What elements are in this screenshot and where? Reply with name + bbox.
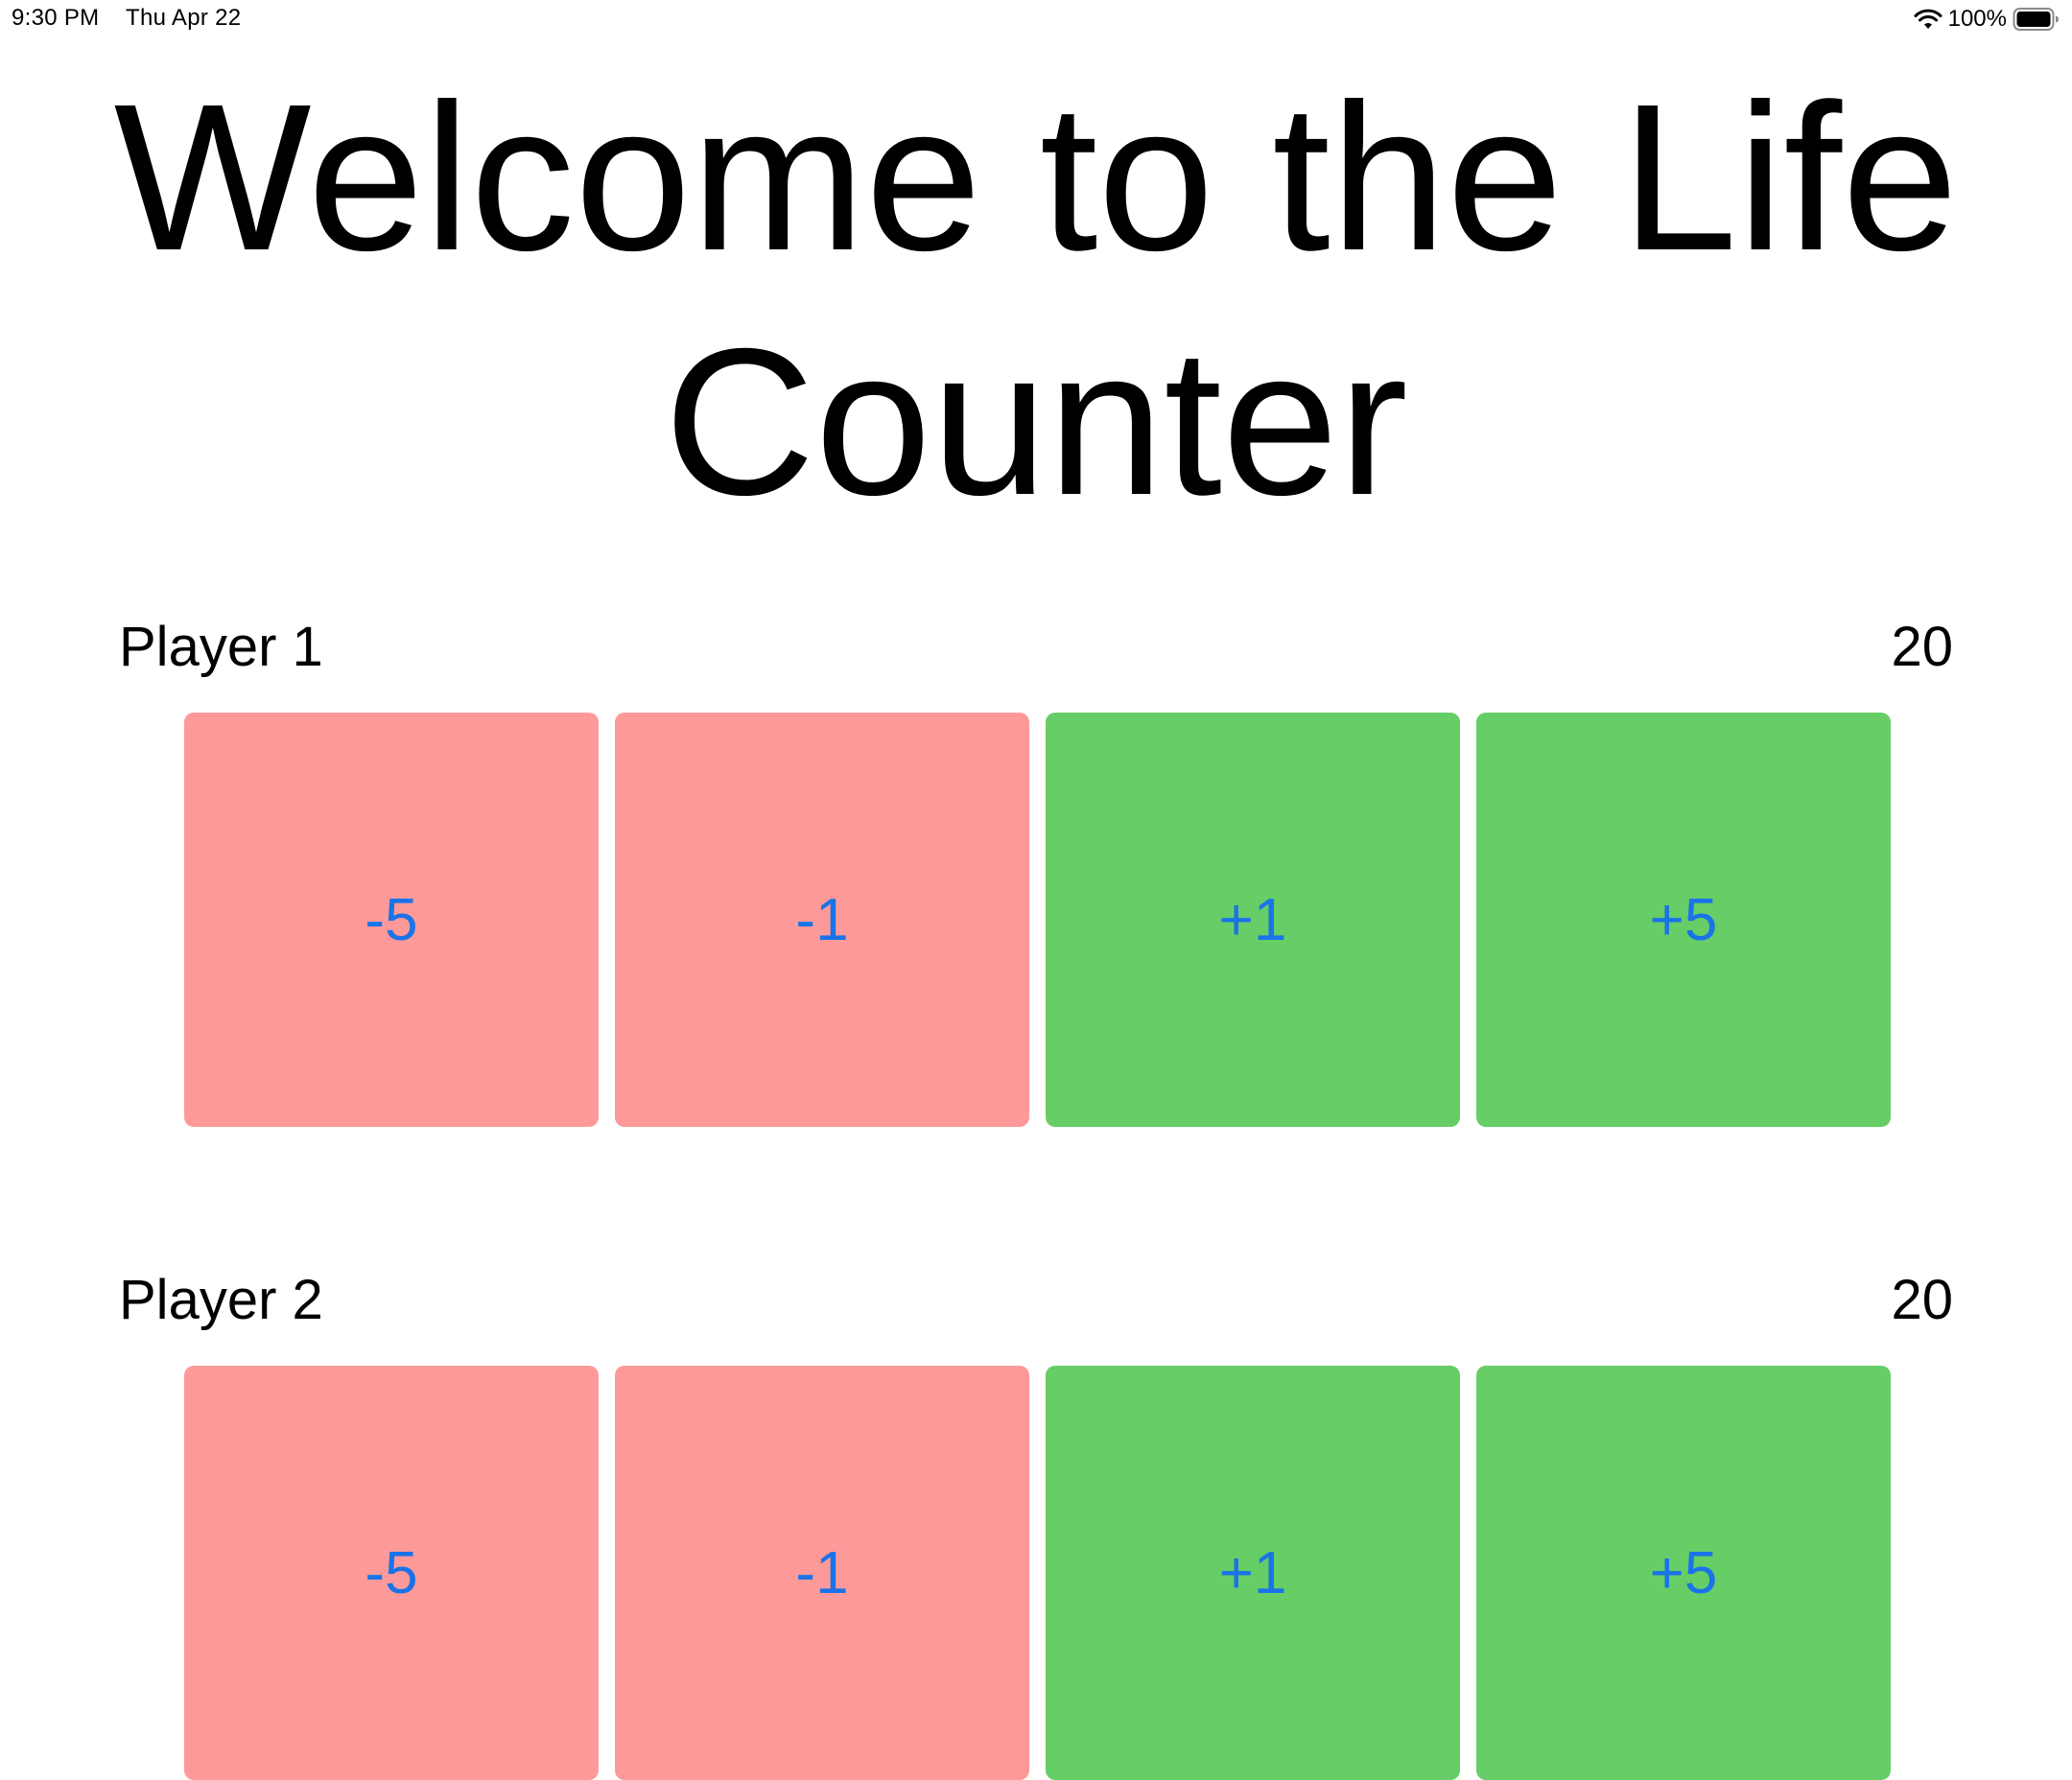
- player-1-buttons: -5 -1 +1 +5: [184, 713, 1891, 1127]
- player-name: Player 1: [119, 616, 323, 678]
- status-bar: 9:30 PM Thu Apr 22 100%: [0, 0, 2072, 38]
- minus-one-button[interactable]: -1: [615, 713, 1029, 1127]
- plus-one-button[interactable]: +1: [1046, 1366, 1460, 1780]
- status-time: 9:30 PM: [12, 5, 100, 31]
- player-2-buttons: -5 -1 +1 +5: [184, 1366, 1891, 1780]
- battery-percent: 100%: [1947, 6, 2007, 32]
- wifi-icon: [1914, 9, 1942, 29]
- minus-five-button[interactable]: -5: [184, 1366, 599, 1780]
- status-indicators: 100%: [1914, 5, 2060, 34]
- battery-icon: [2013, 8, 2059, 31]
- plus-five-button[interactable]: +5: [1476, 1366, 1891, 1780]
- page-title: Welcome to the Life Counter: [113, 61, 1959, 539]
- plus-one-button[interactable]: +1: [1046, 713, 1460, 1127]
- plus-five-button[interactable]: +5: [1476, 713, 1891, 1127]
- status-date: Thu Apr 22: [126, 5, 242, 31]
- player-name: Player 2: [119, 1269, 323, 1331]
- player-life-total: 20: [1891, 616, 1953, 678]
- minus-five-button[interactable]: -5: [184, 713, 599, 1127]
- minus-one-button[interactable]: -1: [615, 1366, 1029, 1780]
- player-life-total: 20: [1891, 1269, 1953, 1331]
